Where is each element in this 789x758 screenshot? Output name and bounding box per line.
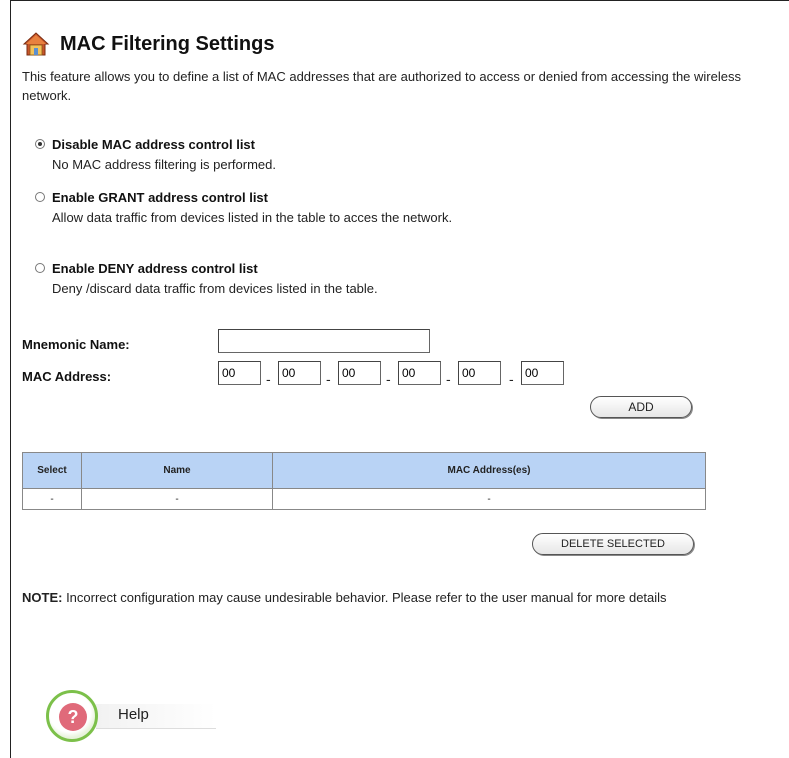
radio-deny[interactable] [35, 263, 45, 273]
help-bar [96, 704, 216, 729]
page-description: This feature allows you to define a list… [22, 69, 741, 103]
mac-octet-2[interactable] [278, 361, 321, 385]
option-grant-description: Allow data traffic from devices listed i… [52, 210, 453, 225]
mac-filter-table: Select Name MAC Address(es) - - - [22, 452, 706, 510]
mac-separator: - [326, 371, 331, 387]
note-text: NOTE: Incorrect configuration may cause … [22, 588, 782, 608]
help-link[interactable]: ? Help [46, 690, 216, 744]
radio-disable[interactable] [35, 139, 45, 149]
option-deny-label: Enable DENY address control list [52, 261, 258, 276]
column-header-mac: MAC Address(es) [272, 452, 706, 489]
question-mark-icon: ? [59, 703, 87, 731]
note-body: Incorrect configuration may cause undesi… [62, 590, 667, 605]
option-disable-description: No MAC address filtering is performed. [52, 157, 276, 172]
delete-selected-button[interactable]: DELETE SELECTED [532, 533, 694, 555]
mac-octet-6[interactable] [521, 361, 564, 385]
cell-mac: - [272, 488, 706, 510]
note-bold-label: NOTE: [22, 590, 63, 605]
table-row: - - - [22, 488, 706, 510]
home-icon [22, 32, 50, 56]
option-disable-label: Disable MAC address control list [52, 137, 255, 152]
mnemonic-name-input[interactable] [218, 329, 430, 353]
mac-separator: - [446, 371, 451, 387]
column-header-select: Select [22, 452, 82, 489]
add-button[interactable]: ADD [590, 396, 692, 418]
help-label: Help [118, 706, 149, 723]
mac-address-label: MAC Address: [22, 369, 112, 384]
mac-separator: - [509, 371, 514, 387]
column-header-name: Name [81, 452, 273, 489]
mac-separator: - [266, 371, 271, 387]
cell-name: - [81, 488, 273, 510]
page-title: MAC Filtering Settings [60, 32, 275, 55]
mac-octet-4[interactable] [398, 361, 441, 385]
radio-grant[interactable] [35, 192, 45, 202]
mac-separator: - [386, 371, 391, 387]
cell-select: - [22, 488, 82, 510]
table-header-row: Select Name MAC Address(es) [22, 452, 706, 489]
option-deny-description: Deny /discard data traffic from devices … [52, 281, 378, 296]
mac-octet-1[interactable] [218, 361, 261, 385]
help-icon[interactable]: ? [46, 690, 98, 742]
mac-octet-3[interactable] [338, 361, 381, 385]
page-header: MAC Filtering Settings [22, 30, 274, 58]
mnemonic-name-label: Mnemonic Name: [22, 337, 130, 352]
option-grant-label: Enable GRANT address control list [52, 190, 268, 205]
mac-octet-5[interactable] [458, 361, 501, 385]
